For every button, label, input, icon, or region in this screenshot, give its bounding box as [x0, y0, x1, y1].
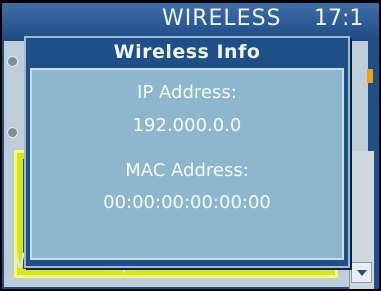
app-title: WIRELESS	[162, 6, 282, 31]
panel-screw-icon	[7, 127, 18, 138]
wireless-info-dialog: Wireless Info IP Address: 192.000.0.0 MA…	[24, 36, 350, 268]
status-indicator	[367, 69, 373, 83]
ip-address-label: IP Address:	[137, 82, 237, 103]
ip-address-value: 192.000.0.0	[132, 115, 242, 136]
dialog-title: Wireless Info	[113, 41, 261, 63]
mac-address-value: 00:00:00:00:00:00	[103, 192, 271, 213]
scroll-down-button[interactable]	[351, 262, 372, 283]
dialog-body: IP Address: 192.000.0.0 MAC Address: 00:…	[30, 68, 344, 260]
clock-readout: 17:1	[314, 6, 364, 31]
mac-address-label: MAC Address:	[125, 160, 249, 181]
panel-screw-icon	[7, 56, 18, 67]
triangle-down-icon	[357, 270, 367, 276]
device-screen: WIRELESS 17:1 Wireless options Wireless …	[2, 3, 379, 289]
